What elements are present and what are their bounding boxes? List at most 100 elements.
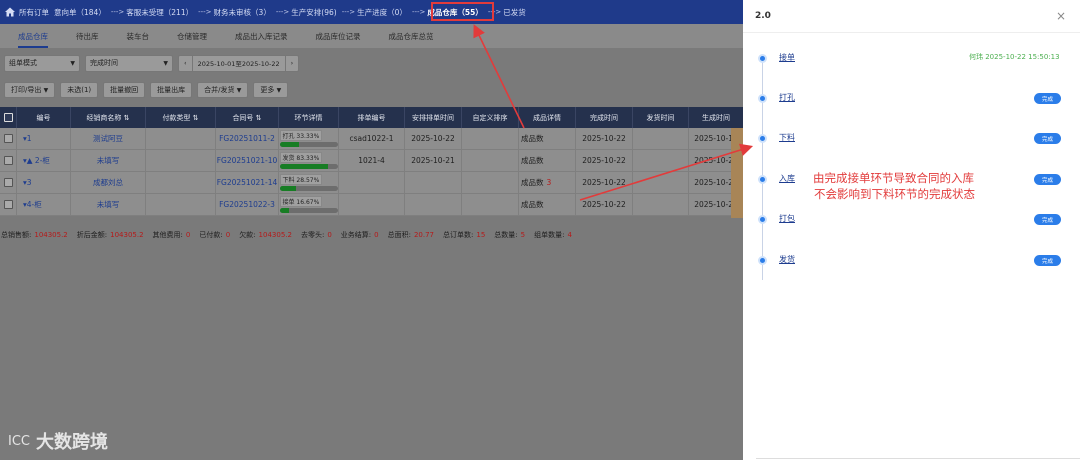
col-contract[interactable]: 合同号 ⇅ [216,107,279,128]
progress-bar [279,208,338,213]
select-all-checkbox[interactable] [3,113,13,122]
col-dealer-label: 经销商名称 [86,113,122,122]
summary-value: 0 [327,231,332,239]
tab-location-records[interactable]: 成品库位记录 [316,31,361,48]
timeline-node-label[interactable]: 接单 [779,52,795,63]
watermark: ⅠⅭⅭ 大数跨境 [8,428,108,454]
cell-dealer[interactable]: 未填写 [71,194,146,215]
close-icon[interactable]: × [1056,9,1066,23]
col-contract-label: 合同号 [232,113,254,122]
cell-product-detail[interactable]: 成品数 3 [519,172,576,193]
more-button[interactable]: 更多 ▼ [253,82,289,98]
cell-contract[interactable]: FG20251021-14 [216,172,279,193]
col-custom-sort[interactable]: 自定义排序 [462,107,519,128]
table-row[interactable]: ▾ 4-柜 未填写 FG20251022-3 接单 16.67% 成品数 2025-10-… [0,194,743,216]
col-stage[interactable]: 环节详情 [279,107,339,128]
cell-dealer[interactable]: 未填写 [71,150,146,171]
annotation-line-1: 由完成接单环节导致合同的入库 [813,171,974,185]
tab-pending-outbound[interactable]: 待出库 [76,31,99,48]
workflow-step-shipped[interactable]: 已发货 [503,7,526,18]
summary-item: 总面积: 20.77 [388,230,434,240]
print-export-label: 打印/导出 [11,86,42,94]
row-checkbox-cell [0,172,17,193]
timeline-node-label[interactable]: 发货 [779,254,795,265]
cell-id[interactable]: ▾ 3 [17,172,71,193]
summary-item: 其他费用: 0 [153,230,191,240]
stage-progress: 打孔 33.33% [279,130,338,147]
date-range-picker[interactable]: ‹ 2025-10-01至2025-10-22 › [178,54,300,72]
tab-storage-management[interactable]: 仓储管理 [177,31,207,48]
cell-dealer[interactable]: 成都刘总 [71,172,146,193]
selected-count-button[interactable]: 未选(1) [60,82,99,98]
progress-bar [279,164,338,169]
mode-select[interactable]: 组单模式 ▼ [4,54,80,72]
timeline-node-label[interactable]: 入库 [779,173,795,184]
totals-summary: 总销售额: 104305.2 折后金额: 104305.2 其他费用: 0 已付款: 0 欠款:… [0,229,743,241]
row-checkbox[interactable] [3,134,13,143]
cell-contract[interactable]: FG20251011-2 [216,128,279,149]
cell-schedule-time [405,194,462,215]
timeline-node-label[interactable]: 打包 [779,213,795,224]
workflow-all-orders[interactable]: 所有订单 [19,7,49,18]
col-payment[interactable]: 付款类型 ⇅ [146,107,216,128]
chevron-right-icon[interactable]: › [284,55,299,71]
summary-value: 5 [520,231,526,239]
sort-icon[interactable]: ⇅ [193,114,199,122]
col-done-time[interactable]: 完成时间 [576,107,633,128]
select-all-cell [0,107,17,128]
cell-id[interactable]: ▾ 1 [17,128,71,149]
col-dealer[interactable]: 经销商名称 ⇅ [71,107,146,128]
time-type-select[interactable]: 完成时间 ▼ [85,54,173,72]
workflow-step-intent[interactable]: 意向单（184） [54,7,106,18]
col-product-detail[interactable]: 成品详情 [519,107,576,128]
timeline-node-label[interactable]: 打孔 [779,92,795,103]
cell-contract[interactable]: FG20251022-3 [216,194,279,215]
cell-product-detail[interactable]: 成品数 [519,194,576,215]
col-created-time[interactable]: 生成时间 [689,107,743,128]
cell-product-detail[interactable]: 成品数 [519,150,576,171]
cell-id-text: ▲ 2-柜 [26,156,50,165]
cell-id[interactable]: ▾ 4-柜 [17,194,71,215]
cell-product-detail[interactable]: 成品数 [519,128,576,149]
timeline-node-dot [758,175,767,184]
timeline-node-dot [758,134,767,143]
row-checkbox-cell [0,150,17,171]
row-checkbox[interactable] [3,200,13,209]
panel-title: 2.0 [755,11,771,21]
sort-icon[interactable]: ⇅ [256,114,262,122]
col-schedule-no[interactable]: 排单编号 [339,107,405,128]
col-schedule-time[interactable]: 安排排单时间 [405,107,462,128]
batch-withdraw-button[interactable]: 批量撤回 [103,82,146,98]
workflow-step-progress[interactable]: 生产进度（0） [357,7,407,18]
cell-dealer[interactable]: 测试阿豆 [71,128,146,149]
merge-ship-button[interactable]: 合并/发货 ▼ [197,82,249,98]
table-row[interactable]: ▾ 3 成都刘总 FG20251021-14 下料 28.57% 成品数 3 2025-10… [0,172,743,194]
col-ship-time[interactable]: 发货时间 [633,107,689,128]
cell-contract[interactable]: FG20251021-10 [216,150,279,171]
tab-finished-warehouse[interactable]: 成品仓库 [18,31,48,48]
cell-payment [146,150,216,171]
timeline-node-label[interactable]: 下料 [779,132,795,143]
table-row[interactable]: ▾ ▲ 2-柜 未填写 FG20251021-10 发货 83.33% 1021-4 20… [0,150,743,172]
workflow-step-finance[interactable]: 财务未审核（3） [214,7,271,18]
complete-badge: 完成 [1034,214,1061,225]
tab-loading-dock[interactable]: 装车台 [127,31,150,48]
stage-progress: 下料 28.57% [279,174,338,191]
print-export-button[interactable]: 打印/导出 ▼ [4,82,56,98]
table-row[interactable]: ▾ 1 测试阿豆 FG20251011-2 打孔 33.33% csad1022-1 20… [0,128,743,150]
batch-outbound-button[interactable]: 批量出库 [150,82,193,98]
tab-inout-records[interactable]: 成品出入库记录 [235,31,288,48]
sort-icon[interactable]: ⇅ [124,114,130,122]
col-id[interactable]: 编号 [17,107,71,128]
workflow-step-service[interactable]: 客服未受理（211） [126,7,193,18]
chevron-down-icon: ▼ [163,59,168,67]
progress-bar [279,186,338,191]
chevron-left-icon[interactable]: ‹ [179,55,193,71]
cell-id[interactable]: ▾ ▲ 2-柜 [17,150,71,171]
tab-warehouse-overview[interactable]: 成品仓库总览 [389,31,434,48]
cell-stage: 打孔 33.33% [279,128,339,149]
workflow-step-production-plan[interactable]: 生产安排(96) [291,7,336,18]
summary-label: 总订单数: [443,231,474,239]
row-checkbox[interactable] [3,178,13,187]
row-checkbox[interactable] [3,156,13,165]
